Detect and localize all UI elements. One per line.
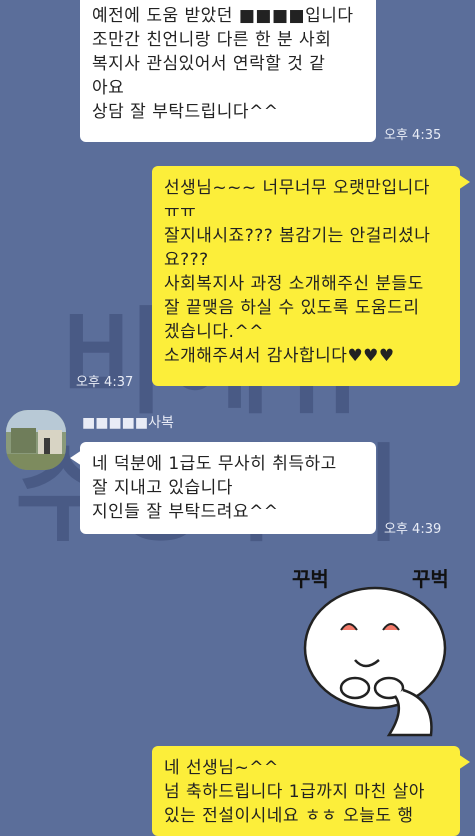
outgoing-bubble-tail [458, 174, 470, 190]
incoming-message-2[interactable]: 네 덕분에 1급도 무사히 취득하고 잘 지내고 있습니다 지인들 잘 부탁드려… [80, 442, 376, 534]
bowing-character-sticker-icon[interactable] [285, 560, 470, 745]
incoming-message-1[interactable]: 예전에 도움 받았던 ■■■■입니다 조만간 친언니랑 다른 한 분 사회 복지… [80, 0, 376, 142]
message-time-1: 오후 4:35 [384, 128, 442, 143]
message-time-3: 오후 4:39 [384, 522, 442, 537]
sender-name: ■■■■■사복 [82, 415, 174, 431]
avatar[interactable] [6, 410, 66, 470]
outgoing-bubble-tail-2 [458, 754, 470, 770]
outgoing-message-2[interactable]: 네 선생님~^^ 넘 축하드립니다 1급까지 마친 살아 있는 전설이시네요 ㅎ… [152, 746, 460, 836]
outgoing-message-1[interactable]: 선생님~~~ 너무너무 오랫만입니다 ㅠㅠ 잘지내시죠??? 봄감기는 안걸리셨… [152, 166, 460, 386]
message-time-2: 오후 4:37 [76, 375, 134, 390]
